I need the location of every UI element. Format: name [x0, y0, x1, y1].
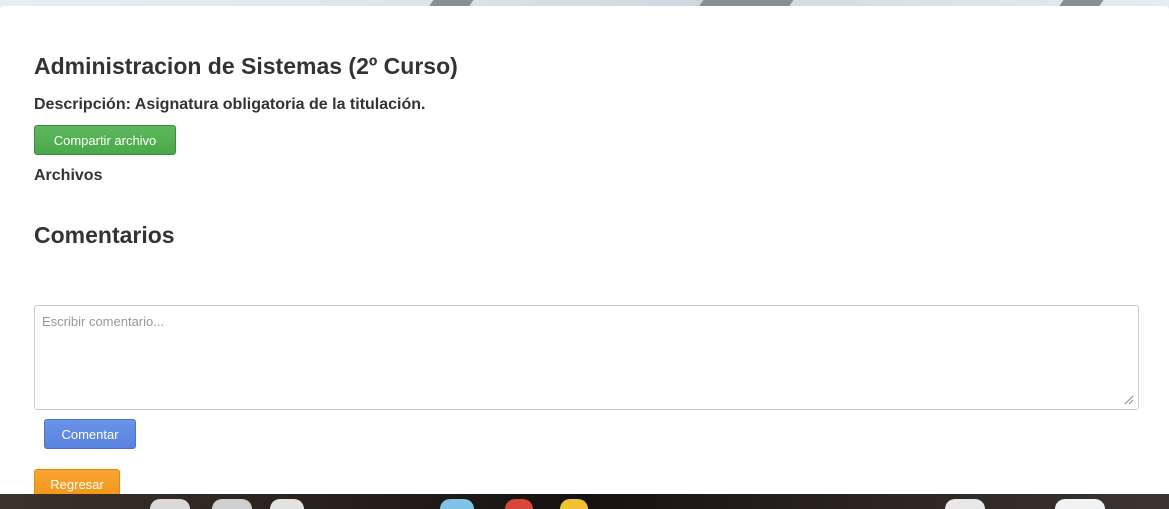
comments-heading: Comentarios: [34, 222, 175, 248]
files-heading: Archivos: [34, 167, 103, 184]
desktop-dock-strip: [0, 494, 1169, 509]
subject-description: Descripción: Asignatura obligatoria de l…: [34, 96, 426, 113]
submit-comment-button[interactable]: Comentar: [44, 419, 136, 449]
page-title: Administracion de Sistemas (2º Curso): [34, 53, 458, 79]
share-file-button[interactable]: Compartir archivo: [34, 125, 176, 155]
resize-grip-icon[interactable]: [1122, 393, 1134, 405]
main-panel: Administracion de Sistemas (2º Curso) De…: [0, 6, 1169, 499]
comment-input[interactable]: [34, 305, 1139, 410]
